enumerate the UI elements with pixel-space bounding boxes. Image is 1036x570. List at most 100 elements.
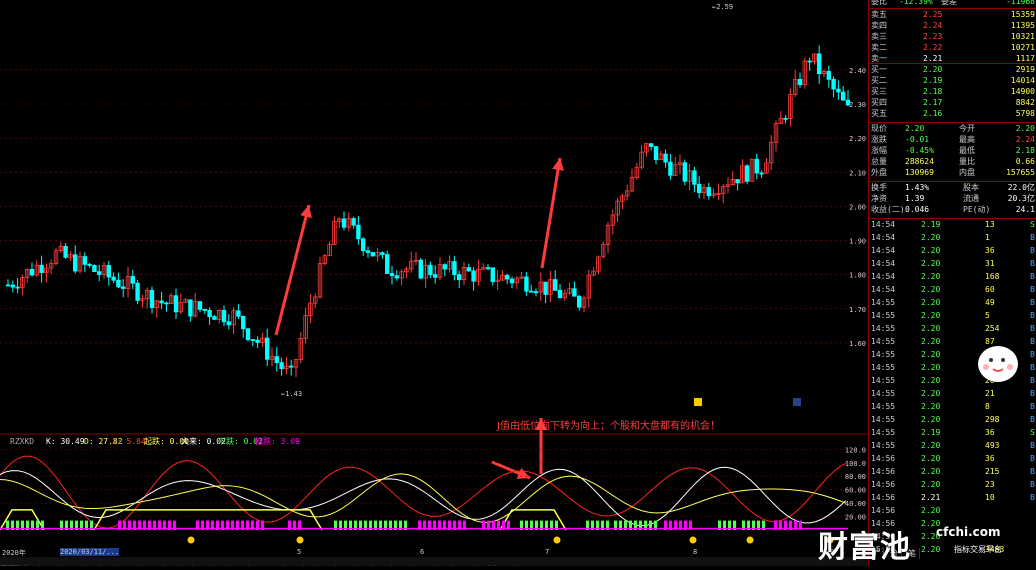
candle-body — [97, 271, 102, 275]
ind-tick-label: 120.0 — [845, 446, 866, 454]
tick-price: 2.19 — [921, 220, 941, 229]
candle — [586, 269, 591, 308]
tick-time: 14:56 — [871, 454, 896, 463]
candle — [303, 307, 308, 344]
candle-body — [121, 286, 126, 289]
bid-price: 2.18 — [923, 87, 943, 96]
arrow-up-2 — [540, 157, 564, 269]
candle — [721, 184, 726, 204]
tick-direction: B — [1030, 311, 1035, 320]
candle — [121, 279, 126, 298]
candle-body — [692, 170, 697, 185]
candle-body — [504, 274, 510, 280]
quote-row: 总量 288624 量比 0.66 — [869, 156, 1036, 167]
tick-price: 2.20 — [921, 467, 941, 476]
tick-row: 14:55 2.19 36 S — [869, 427, 1036, 438]
candle — [360, 237, 366, 256]
candle — [413, 251, 419, 266]
candle-body — [668, 161, 673, 176]
candle — [821, 69, 827, 78]
candle-body — [130, 276, 135, 284]
candle — [428, 261, 433, 278]
tick-price: 2.20 — [921, 506, 941, 515]
candle-body — [212, 316, 217, 320]
weicha-label: 委差 — [941, 0, 957, 6]
tick-time: 14:55 — [871, 376, 896, 385]
tick-row: 14:56 2.20 23 B — [869, 479, 1036, 490]
tick-time: 14:55 — [871, 389, 896, 398]
tick-direction: B — [1030, 467, 1035, 476]
candle — [553, 270, 558, 291]
candle — [639, 144, 644, 170]
candle — [845, 90, 851, 107]
candle — [533, 288, 539, 297]
candle-body — [572, 288, 577, 297]
tick-volume: 31 — [985, 259, 995, 268]
candle-body — [360, 238, 366, 252]
bid-price: 2.17 — [923, 98, 943, 107]
candle — [769, 135, 774, 170]
candle-body — [653, 146, 659, 161]
candle-body — [745, 165, 750, 182]
tick-row: 14:55 2.20 254 B — [869, 323, 1036, 334]
bid-volume: 8842 — [1015, 98, 1035, 107]
ask-volume: 15359 — [1010, 10, 1035, 19]
stat-label: 换手 — [871, 183, 887, 192]
candle — [581, 295, 587, 313]
candle — [216, 309, 222, 324]
candle — [442, 263, 447, 277]
smiley-face — [553, 536, 561, 544]
candle — [68, 251, 73, 261]
candle-body — [10, 284, 15, 288]
date-axis: 2020年 2020/03/11/... 5 6 7 8 9 — [0, 548, 868, 557]
candle-body — [173, 295, 179, 313]
quote-row: 现价 2.20 今开 2.20 — [869, 123, 1036, 134]
candle-body — [106, 264, 111, 278]
candle — [504, 273, 510, 285]
ask-row: 卖五 2.25 15359 — [869, 9, 1036, 20]
indicator-k: K: 30.49 — [46, 437, 85, 446]
candle — [432, 265, 438, 284]
candle-body — [240, 315, 246, 330]
candle — [125, 266, 131, 298]
candle — [577, 294, 582, 311]
tick-volume: 10 — [985, 493, 995, 502]
candle — [538, 272, 543, 301]
tick-price: 2.20 — [921, 389, 941, 398]
kline-chart[interactable]: 2.40 2.30 2.20 2.10 2.00 1.90 1.80 1.70 1.60 ←2.5… — [0, 0, 868, 566]
bid-price: 2.20 — [923, 65, 943, 74]
tick-time: 14:54 — [871, 259, 896, 268]
event-badge — [694, 398, 702, 406]
candle — [49, 259, 54, 274]
candle — [529, 284, 534, 293]
tick-row: 14:56 2.20 — [869, 505, 1036, 516]
stats-row: 换手 1.43% 股本 22.0亿 — [869, 182, 1036, 193]
candle — [202, 308, 207, 315]
stat-value: 0.046 — [905, 205, 930, 214]
tick-direction: B — [1030, 480, 1035, 489]
tick-direction: B — [1030, 246, 1035, 255]
candle — [298, 331, 303, 364]
candle-body — [221, 309, 227, 323]
candle — [116, 272, 121, 289]
candle — [706, 182, 711, 200]
candle — [97, 264, 102, 282]
indicator-tabs[interactable]: 指标窗口MACDDMIDMAFSLTRIXBRARCRVROBVASIEMVVO… — [0, 557, 868, 566]
smiley-face — [187, 536, 195, 544]
tick-direction: B — [1030, 376, 1035, 385]
candle — [20, 274, 25, 296]
tick-time: 14:54 — [871, 220, 896, 229]
quote-label: 今开 — [959, 124, 975, 133]
smiley-icon — [296, 536, 304, 544]
tick-row: 14:55 2.20 5 B — [869, 310, 1036, 321]
candle-body — [116, 279, 121, 288]
candle — [188, 299, 193, 322]
tick-price: 2.20 — [921, 298, 941, 307]
chart-area[interactable]: 2.40 2.30 2.20 2.10 2.00 1.90 1.80 1.70 1.60 ←2.5… — [0, 0, 868, 566]
candle-body — [370, 252, 375, 257]
tick-direction: B — [1030, 454, 1035, 463]
candle — [620, 193, 625, 210]
tick-time: 14:55 — [871, 428, 896, 437]
ask-row: 卖二 2.22 10271 — [869, 42, 1036, 53]
date-label: 8 — [693, 548, 698, 556]
